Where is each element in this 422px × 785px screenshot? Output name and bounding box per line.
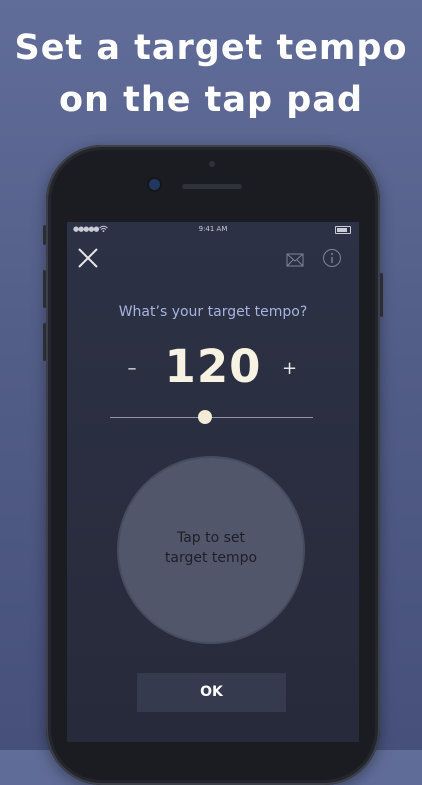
app-screen: ●●●●● 9:41 AM What’s your target tempo? … [67, 222, 359, 742]
headline-line-1: Set a target tempo [14, 28, 408, 68]
info-button[interactable] [322, 248, 342, 268]
earpiece-speaker [182, 184, 242, 189]
tempo-slider-thumb[interactable] [198, 410, 213, 424]
tap-pad-label: Tap to set target tempo [119, 528, 303, 568]
tap-pad-label-line-2: target tempo [164, 550, 258, 566]
target-tempo-question: What’s your target tempo? [118, 304, 308, 320]
info-icon [323, 249, 341, 267]
phone-frame: ●●●●● 9:41 AM What’s your target tempo? … [43, 145, 383, 785]
mail-icon [286, 253, 304, 267]
headline: Set a target tempo on the tap pad [0, 22, 422, 126]
ok-button[interactable]: OK [137, 673, 286, 712]
battery-icon [335, 226, 351, 234]
tap-pad[interactable]: Tap to set target tempo [119, 458, 303, 642]
tempo-value: 120 [164, 340, 262, 393]
status-bar: ●●●●● 9:41 AM [67, 222, 359, 236]
headline-line-2: on the tap pad [58, 80, 364, 120]
mute-switch [43, 225, 46, 245]
power-button [380, 273, 383, 317]
close-icon [78, 248, 98, 268]
tap-pad-label-line-1: Tap to set [176, 530, 246, 546]
volume-up-button [43, 270, 46, 308]
increase-tempo-button[interactable]: + [282, 358, 297, 379]
close-button[interactable] [77, 247, 99, 269]
mail-button[interactable] [286, 252, 304, 267]
volume-down-button [43, 323, 46, 361]
front-sensor [209, 161, 215, 167]
front-camera [149, 179, 160, 190]
status-time: 9:41 AM [198, 225, 228, 233]
